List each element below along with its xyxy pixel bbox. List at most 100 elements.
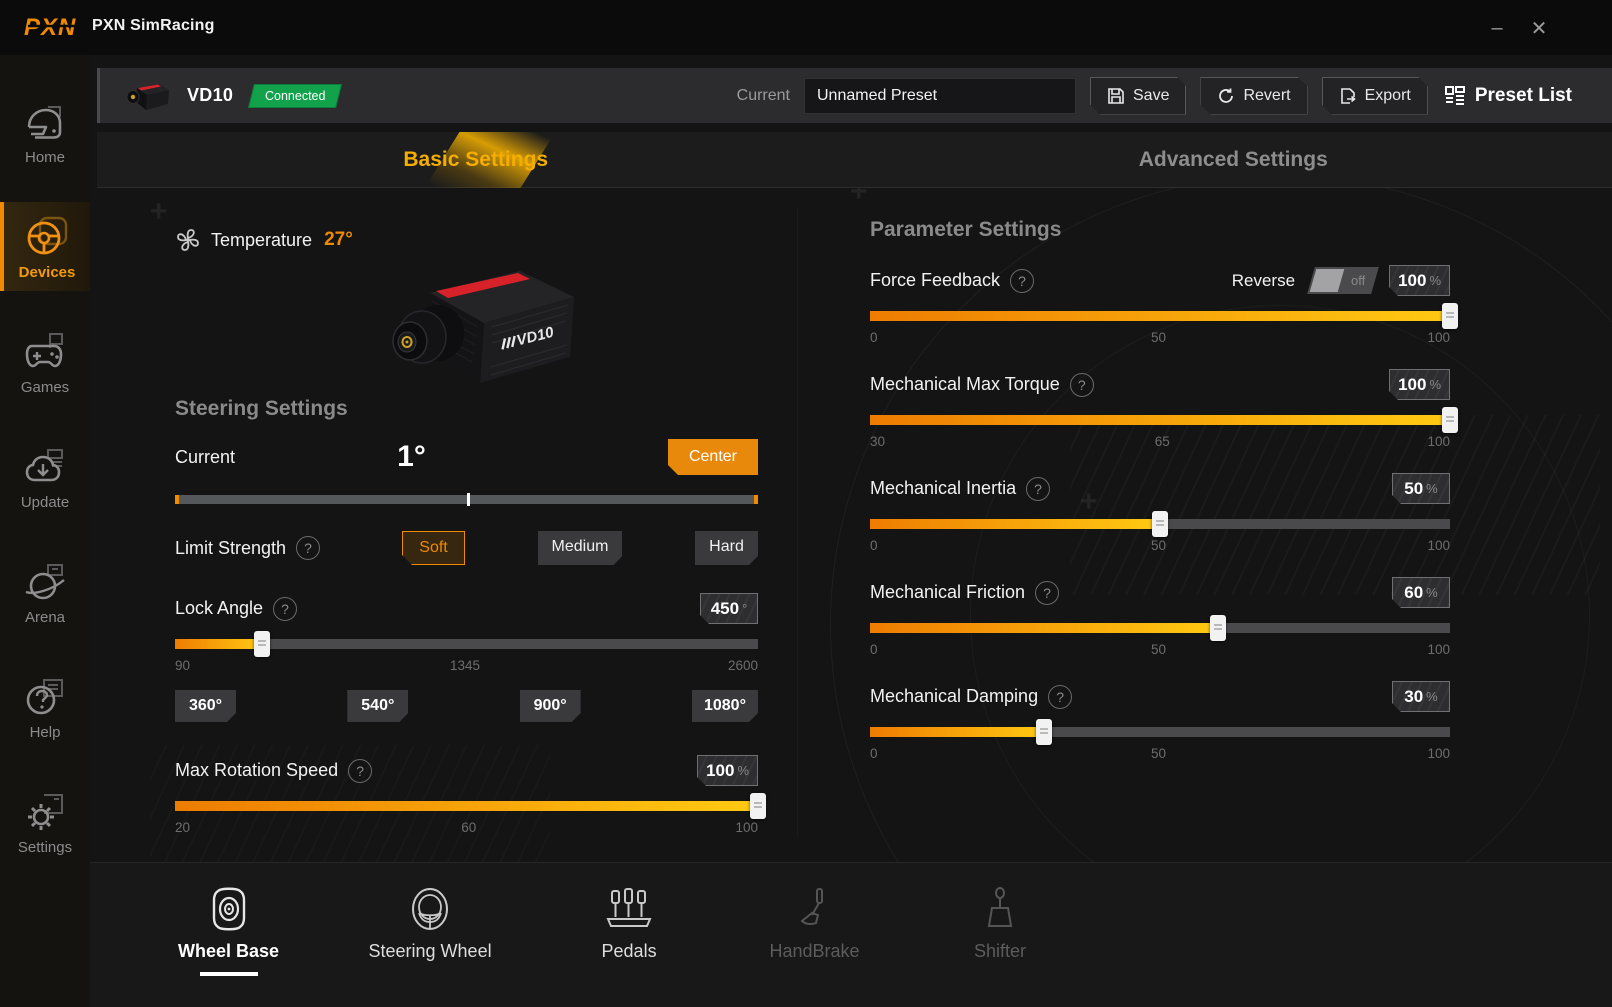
max-rotation-slider[interactable] — [175, 801, 758, 811]
center-button[interactable]: Center — [668, 439, 758, 475]
slider-group-inertia: Mechanical Inertia ? 50 % 0 50 100 — [870, 473, 1450, 553]
help-circle-icon[interactable]: ? — [1048, 685, 1072, 709]
tab-basic-settings[interactable]: Basic Settings — [97, 132, 855, 187]
lock-angle-slider[interactable] — [175, 639, 758, 649]
lock-angle-scale: 90 1345 2600 — [175, 658, 758, 673]
limit-option-soft[interactable]: Soft — [402, 531, 465, 565]
slider-group-max-torque: Mechanical Max Torque ? 100 % 30 65 100 — [870, 369, 1450, 449]
save-button[interactable]: Save — [1090, 77, 1186, 115]
slider-fill — [870, 623, 1218, 633]
friction-slider[interactable] — [870, 623, 1450, 633]
sidebar-item-home[interactable]: Home — [0, 89, 90, 176]
strip-accent — [97, 68, 100, 123]
sidebar-item-games[interactable]: Games — [0, 317, 90, 406]
sidebar: Home Devices Games Update — [0, 55, 90, 1007]
help-circle-icon[interactable]: ? — [1010, 269, 1034, 293]
parameter-settings-column: Parameter Settings Force Feedback ? Reve… — [870, 188, 1450, 761]
max-torque-slider[interactable] — [870, 415, 1450, 425]
sidebar-item-label: Home — [25, 149, 65, 166]
export-button[interactable]: Export — [1322, 77, 1428, 115]
max-rotation-value-box[interactable]: 100 % — [697, 755, 758, 786]
title-bar: PXN PXN SimRacing – ✕ — [0, 0, 1612, 55]
preset-1080-button[interactable]: 1080° — [692, 690, 758, 722]
device-tab-wheel-base[interactable]: Wheel Base — [178, 885, 279, 976]
slider-handle[interactable] — [1442, 407, 1458, 433]
sidebar-item-devices[interactable]: Devices — [0, 202, 90, 291]
preset-900-button[interactable]: 900° — [520, 690, 581, 722]
question-icon — [22, 676, 68, 718]
temperature-value: 27° — [324, 229, 353, 251]
revert-icon — [1217, 87, 1235, 105]
slider-fill — [870, 727, 1044, 737]
helmet-icon — [22, 103, 68, 143]
sidebar-item-label: Devices — [19, 264, 76, 281]
content-area: Temperature 27° VD — [97, 188, 1612, 862]
current-angle-value: 1° — [397, 440, 426, 474]
parameter-settings-title: Parameter Settings — [870, 218, 1450, 242]
slider-handle[interactable] — [1036, 719, 1052, 745]
limit-option-hard[interactable]: Hard — [695, 531, 758, 565]
max-torque-value-box[interactable]: 100 % — [1389, 369, 1450, 400]
connected-badge: Connected — [248, 84, 342, 108]
help-circle-icon[interactable]: ? — [296, 536, 320, 560]
lock-angle-value-box[interactable]: 450 ° — [700, 593, 758, 624]
device-tab-shifter[interactable]: Shifter — [952, 885, 1048, 976]
pedals-icon — [604, 885, 654, 933]
slider-handle[interactable] — [750, 793, 766, 819]
limit-option-medium[interactable]: Medium — [538, 531, 623, 565]
slider-handle[interactable] — [1152, 511, 1168, 537]
shifter-icon — [975, 885, 1025, 933]
app-title: PXN SimRacing — [92, 17, 215, 35]
limit-strength-label: Limit Strength — [175, 538, 286, 559]
help-circle-icon[interactable]: ? — [348, 759, 372, 783]
damping-value-box[interactable]: 30 % — [1392, 681, 1450, 712]
help-circle-icon[interactable]: ? — [273, 597, 297, 621]
damping-slider[interactable] — [870, 727, 1450, 737]
help-circle-icon[interactable]: ? — [1035, 581, 1059, 605]
slider-handle[interactable] — [1442, 303, 1458, 329]
device-tab-pedals[interactable]: Pedals — [581, 885, 677, 976]
max-rotation-scale: 20 60 100 — [175, 820, 758, 835]
tab-advanced-settings[interactable]: Advanced Settings — [855, 132, 1612, 187]
help-circle-icon[interactable]: ? — [1026, 477, 1050, 501]
slider-fill — [870, 311, 1450, 321]
current-preset-label: Current — [737, 87, 790, 105]
friction-scale: 0 50 100 — [870, 642, 1450, 657]
slider-group-damping: Mechanical Damping ? 30 % 0 50 100 — [870, 681, 1450, 761]
force-feedback-value-box[interactable]: 100 % — [1389, 265, 1450, 296]
friction-value-box[interactable]: 60 % — [1392, 577, 1450, 608]
force-feedback-slider[interactable] — [870, 311, 1450, 321]
settings-tabs: Basic Settings Advanced Settings — [97, 132, 1612, 188]
gear-icon — [22, 791, 68, 833]
inertia-value-box[interactable]: 50 % — [1392, 473, 1450, 504]
active-tab-underline — [200, 972, 258, 976]
slider-handle[interactable] — [1210, 615, 1226, 641]
device-name: VD10 — [187, 85, 233, 106]
main-panel: + + + VD10 Connected Current Save — [90, 55, 1612, 1007]
close-button[interactable]: ✕ — [1524, 14, 1554, 42]
slider-handle[interactable] — [254, 631, 270, 657]
sidebar-item-help[interactable]: Help — [0, 662, 90, 751]
revert-button[interactable]: Revert — [1200, 77, 1307, 115]
slider-fill — [870, 415, 1450, 425]
lock-angle-presets: 360° 540° 900° 1080° — [175, 690, 758, 722]
preset-list-button[interactable]: Preset List — [1444, 85, 1572, 107]
help-circle-icon[interactable]: ? — [1070, 373, 1094, 397]
reverse-toggle[interactable]: off — [1307, 267, 1379, 294]
preset-name-input[interactable] — [804, 78, 1076, 114]
sidebar-item-arena[interactable]: Arena — [0, 547, 90, 636]
steering-settings-title: Steering Settings — [175, 397, 758, 421]
preset-360-button[interactable]: 360° — [175, 690, 236, 722]
preset-540-button[interactable]: 540° — [347, 690, 408, 722]
max-rotation-speed-row: Max Rotation Speed ? 100 % — [175, 755, 758, 786]
inertia-slider[interactable] — [870, 519, 1450, 529]
sidebar-item-update[interactable]: Update — [0, 432, 90, 521]
sidebar-item-settings[interactable]: Settings — [0, 777, 90, 866]
device-tab-steering-wheel[interactable]: Steering Wheel — [369, 885, 492, 976]
max-torque-label: Mechanical Max Torque — [870, 374, 1060, 395]
fan-icon — [175, 227, 201, 253]
steering-wheel-device-icon — [405, 885, 455, 933]
minimize-button[interactable]: – — [1482, 14, 1512, 42]
inertia-label: Mechanical Inertia — [870, 478, 1016, 499]
device-tab-handbrake[interactable]: HandBrake — [767, 885, 863, 976]
